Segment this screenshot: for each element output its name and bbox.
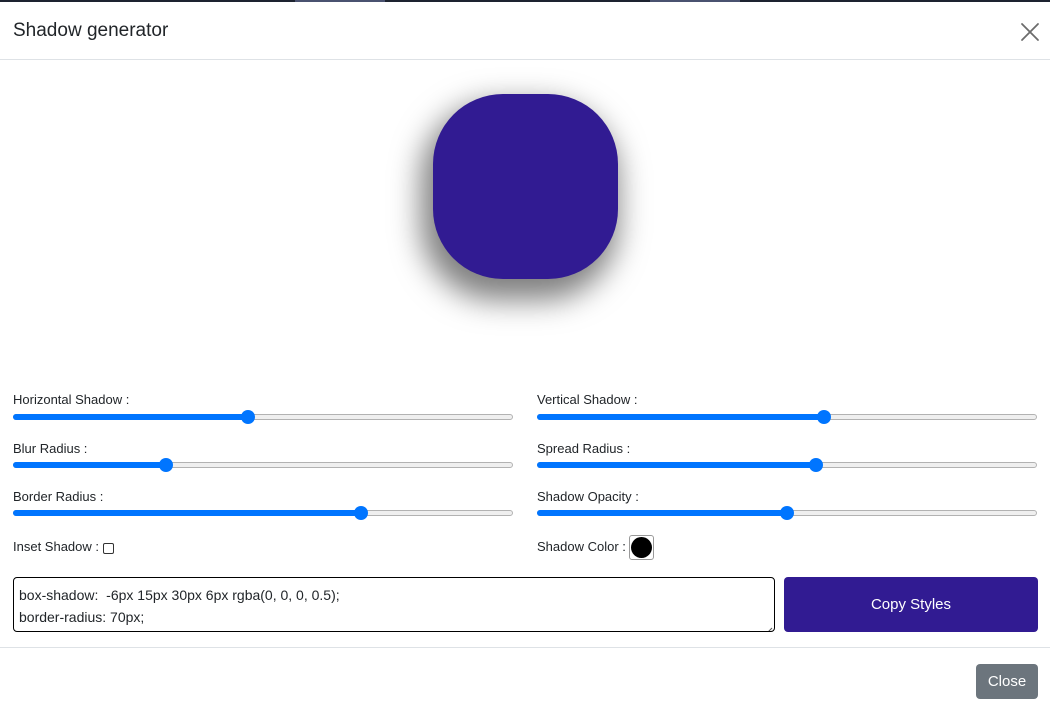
slider-thumb[interactable]	[354, 506, 368, 520]
slider-thumb[interactable]	[780, 506, 794, 520]
copy-styles-button[interactable]: Copy Styles	[784, 577, 1038, 632]
vertical-shadow-label: Vertical Shadow :	[537, 392, 638, 407]
resize-grip-icon[interactable]	[763, 620, 773, 631]
spread-radius-label: Spread Radius :	[537, 441, 631, 456]
modal-header: Shadow generator	[0, 2, 1050, 60]
shadow-opacity-label: Shadow Opacity :	[537, 489, 639, 504]
vertical-shadow-slider[interactable]	[537, 409, 1037, 425]
slider-thumb[interactable]	[159, 458, 173, 472]
border-radius-slider[interactable]	[13, 505, 513, 521]
css-output-textarea[interactable]: box-shadow: -6px 15px 30px 6px rgba(0, 0…	[13, 577, 775, 632]
output-line-box-shadow: box-shadow: -6px 15px 30px 6px rgba(0, 0…	[19, 587, 340, 603]
shadow-opacity-slider[interactable]	[537, 505, 1037, 521]
blur-radius-label: Blur Radius :	[13, 441, 88, 456]
shadow-generator-modal: Shadow generator Horizontal Shadow : Ver…	[0, 2, 1050, 704]
shadow-preview-box	[433, 94, 618, 279]
slider-thumb[interactable]	[809, 458, 823, 472]
shadow-color-label: Shadow Color :	[537, 539, 626, 554]
close-button[interactable]: Close	[976, 664, 1038, 699]
slider-thumb[interactable]	[241, 410, 255, 424]
blur-radius-slider[interactable]	[13, 457, 513, 473]
modal-footer: Close	[0, 647, 1050, 704]
output-line-border-radius: border-radius: 70px;	[19, 609, 145, 625]
horizontal-shadow-label: Horizontal Shadow :	[13, 392, 130, 407]
modal-title: Shadow generator	[13, 20, 169, 41]
close-icon[interactable]	[1018, 20, 1042, 44]
inset-shadow-label: Inset Shadow :	[13, 539, 99, 554]
spread-radius-slider[interactable]	[537, 457, 1037, 473]
horizontal-shadow-slider[interactable]	[13, 409, 513, 425]
inset-shadow-checkbox[interactable]	[103, 543, 114, 554]
shadow-color-picker[interactable]	[629, 535, 654, 560]
slider-thumb[interactable]	[817, 410, 831, 424]
color-swatch-dot	[631, 537, 652, 558]
border-radius-label: Border Radius :	[13, 489, 104, 504]
